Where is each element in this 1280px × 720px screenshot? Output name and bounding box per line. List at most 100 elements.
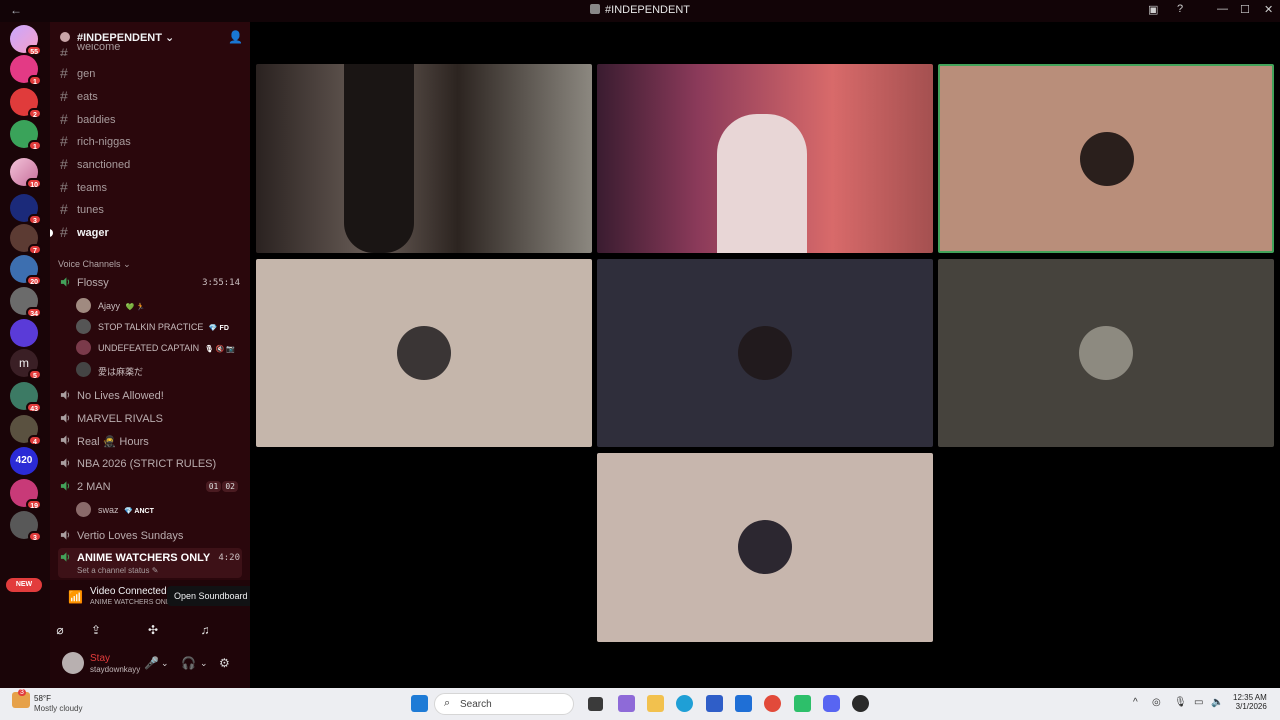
voice-channel-anime-watchers[interactable]: ANIME WATCHERS ONLY 4:20 Set a channel s…: [58, 548, 242, 578]
channel-item[interactable]: # eats: [58, 87, 242, 107]
server-icon[interactable]: 1: [10, 120, 42, 151]
voice-channel-2-man[interactable]: 2 MAN 01 02: [58, 477, 242, 497]
video-tile[interactable]: [256, 259, 592, 447]
screen-share-icon[interactable]: ⇪: [76, 620, 116, 640]
activities-icon[interactable]: ✣: [133, 620, 173, 640]
app-icon[interactable]: [852, 695, 869, 712]
chrome-icon[interactable]: [764, 695, 781, 712]
weather-icon[interactable]: 3: [12, 689, 30, 708]
server-icon[interactable]: 3: [10, 194, 42, 225]
voice-user[interactable]: STOP TALKIN PRACTICE 💎 FD: [76, 316, 242, 336]
soundboard-icon[interactable]: ♫: [185, 620, 225, 640]
server-icon[interactable]: 420: [10, 447, 38, 475]
edge-browser-icon[interactable]: [676, 695, 693, 712]
user-limit-counter: 01 02: [205, 481, 238, 492]
video-tile-speaking[interactable]: [938, 64, 1274, 253]
app-icon[interactable]: [618, 695, 635, 712]
server-icon[interactable]: 55: [10, 25, 42, 56]
server-icon[interactable]: 2: [10, 88, 42, 119]
hash-icon: #: [60, 111, 68, 127]
weather-condition[interactable]: Mostly cloudy: [34, 704, 82, 713]
participant-avatar: [1080, 132, 1134, 186]
voice-user[interactable]: Ajayy 💚 🏃: [76, 295, 242, 315]
voice-user-name: Ajayy 💚 🏃: [98, 301, 145, 311]
server-icon[interactable]: 4: [10, 415, 42, 446]
close-button[interactable]: ✕: [1264, 3, 1273, 16]
server-icon[interactable]: 19: [10, 479, 42, 510]
outlook-icon[interactable]: [735, 695, 752, 712]
server-emblem-icon: [60, 32, 70, 42]
video-tile[interactable]: [597, 64, 933, 253]
voice-user[interactable]: UNDEFEATED CAPTAIN 🎙 🔇 📷: [76, 337, 242, 357]
security-icon[interactable]: ◎: [1152, 697, 1161, 708]
voice-user[interactable]: swaz 💎 ANCT: [76, 499, 242, 519]
task-view-icon[interactable]: [588, 697, 603, 711]
server-icon[interactable]: m5: [10, 349, 42, 380]
chevron-down-icon[interactable]: ⌄: [161, 658, 169, 669]
invite-people-icon[interactable]: 👤: [228, 30, 243, 44]
volume-icon[interactable]: 🔈: [1211, 697, 1223, 708]
windows-start-icon[interactable]: [411, 695, 428, 712]
app-icon[interactable]: [794, 695, 811, 712]
gear-icon[interactable]: ⚙: [219, 656, 230, 670]
voice-channel[interactable]: No Lives Allowed!: [58, 386, 242, 406]
voice-channel[interactable]: MARVEL RIVALS: [58, 409, 242, 429]
hash-icon: #: [60, 156, 68, 172]
channel-item[interactable]: # tunes: [58, 200, 242, 220]
server-badge: 10: [26, 178, 42, 189]
voice-user-name: UNDEFEATED CAPTAIN 🎙 🔇 📷: [98, 343, 235, 353]
video-tile[interactable]: [938, 259, 1274, 447]
channel-item[interactable]: # rich-niggas: [58, 132, 242, 152]
microphone-icon[interactable]: 🎤: [144, 656, 159, 670]
server-icon[interactable]: [10, 319, 38, 347]
signal-icon[interactable]: 📶: [68, 590, 83, 604]
avatar[interactable]: [62, 652, 84, 674]
channel-item[interactable]: # teams: [58, 178, 242, 198]
inbox-icon[interactable]: ▣: [1148, 3, 1158, 16]
channel-status-prompt[interactable]: Set a channel status ✎: [77, 566, 158, 575]
video-tile[interactable]: [256, 64, 592, 253]
voice-status[interactable]: Video Connected: [90, 586, 167, 597]
minimize-button[interactable]: —: [1217, 3, 1228, 15]
server-icon[interactable]: 3: [10, 511, 42, 542]
store-icon[interactable]: [706, 695, 723, 712]
channel-item[interactable]: # baddies: [58, 110, 242, 130]
server-icon[interactable]: 10: [10, 158, 42, 189]
server-icon[interactable]: 43: [10, 382, 42, 413]
voice-user[interactable]: 愛は麻薬だ: [76, 359, 242, 379]
file-explorer-icon[interactable]: [647, 695, 664, 712]
server-badge: 3: [28, 214, 42, 225]
weather-temperature[interactable]: 58°F: [34, 694, 51, 703]
headphones-icon[interactable]: 🎧: [181, 656, 196, 670]
help-icon[interactable]: ?: [1177, 3, 1183, 15]
voice-channel-flossy[interactable]: Flossy 3:55:14: [58, 273, 242, 293]
maximize-button[interactable]: ☐: [1240, 3, 1250, 16]
channel-item[interactable]: # welcome: [58, 44, 242, 56]
video-tile[interactable]: [597, 259, 933, 447]
voice-channel[interactable]: Real 🥷 Hours: [58, 431, 242, 451]
channel-item[interactable]: # sanctioned: [58, 155, 242, 175]
channel-item[interactable]: # gen: [58, 64, 242, 84]
server-badge: 1: [28, 140, 42, 151]
voice-category-header[interactable]: Voice Channels ⌄: [58, 259, 131, 270]
chevron-up-icon[interactable]: ^: [1133, 697, 1138, 708]
server-icon[interactable]: 20: [10, 255, 42, 286]
display-name[interactable]: Stay: [90, 653, 110, 664]
server-icon[interactable]: 1: [10, 55, 42, 86]
video-tile[interactable]: [597, 453, 933, 642]
server-icon[interactable]: 7: [10, 224, 42, 255]
new-unreads-pill[interactable]: NEW: [6, 578, 42, 592]
network-icon[interactable]: ▭: [1194, 697, 1203, 708]
microphone-icon[interactable]: 🎙: [1174, 697, 1187, 708]
server-icon[interactable]: 34: [10, 287, 42, 318]
discord-icon[interactable]: [823, 695, 840, 712]
voice-channel[interactable]: NBA 2026 (STRICT RULES): [58, 454, 242, 474]
voice-channel[interactable]: Vertio Loves Sundays: [58, 526, 242, 546]
server-badge: 3: [28, 531, 42, 542]
chevron-down-icon[interactable]: ⌄: [200, 658, 208, 669]
chevron-down-icon: ⌄: [123, 259, 131, 269]
channel-item-wager[interactable]: # wager: [50, 223, 242, 243]
taskbar-search[interactable]: ⌕ Search: [434, 693, 574, 715]
clock[interactable]: 12:35 AM 3/1/2026: [1233, 693, 1267, 711]
camera-off-icon[interactable]: ⌀: [40, 620, 80, 640]
